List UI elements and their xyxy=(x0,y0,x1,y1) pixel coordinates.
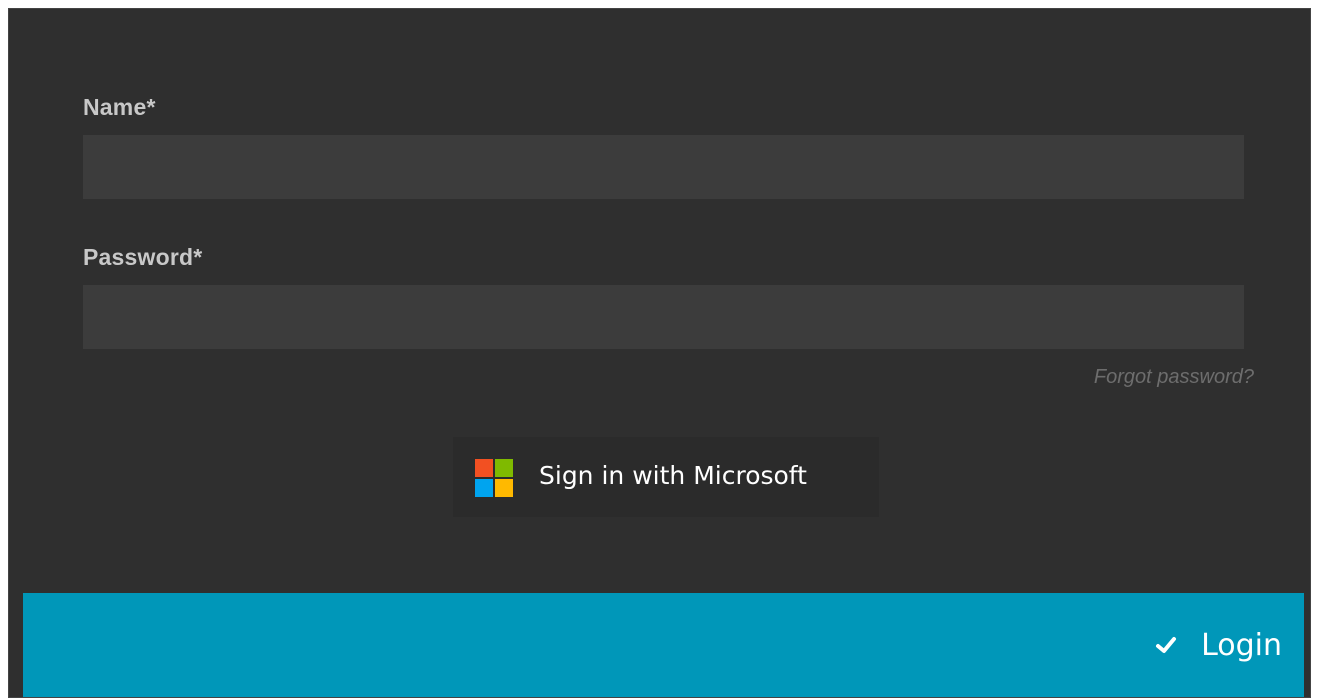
microsoft-logo-blue-square xyxy=(475,479,493,497)
checkmark-icon xyxy=(1156,637,1177,653)
microsoft-logo-green-square xyxy=(495,459,513,477)
login-label: Login xyxy=(1201,627,1282,663)
password-input[interactable] xyxy=(83,285,1244,349)
form-footer-bar: Login xyxy=(23,593,1304,697)
page-frame: Name* Password* Forgot password? Sign in… xyxy=(0,0,1319,700)
login-panel: Name* Password* Forgot password? Sign in… xyxy=(8,8,1311,698)
microsoft-logo-yellow-square xyxy=(495,479,513,497)
sign-in-with-microsoft-label: Sign in with Microsoft xyxy=(539,461,807,490)
sign-in-with-microsoft-button[interactable]: Sign in with Microsoft xyxy=(453,437,879,517)
name-input[interactable] xyxy=(83,135,1244,199)
microsoft-logo-red-square xyxy=(475,459,493,477)
forgot-password-link[interactable]: Forgot password? xyxy=(1094,366,1254,389)
login-button[interactable]: Login xyxy=(1155,623,1282,667)
name-label: Name* xyxy=(83,94,156,120)
password-label: Password* xyxy=(83,244,203,270)
microsoft-logo-icon xyxy=(475,459,513,497)
